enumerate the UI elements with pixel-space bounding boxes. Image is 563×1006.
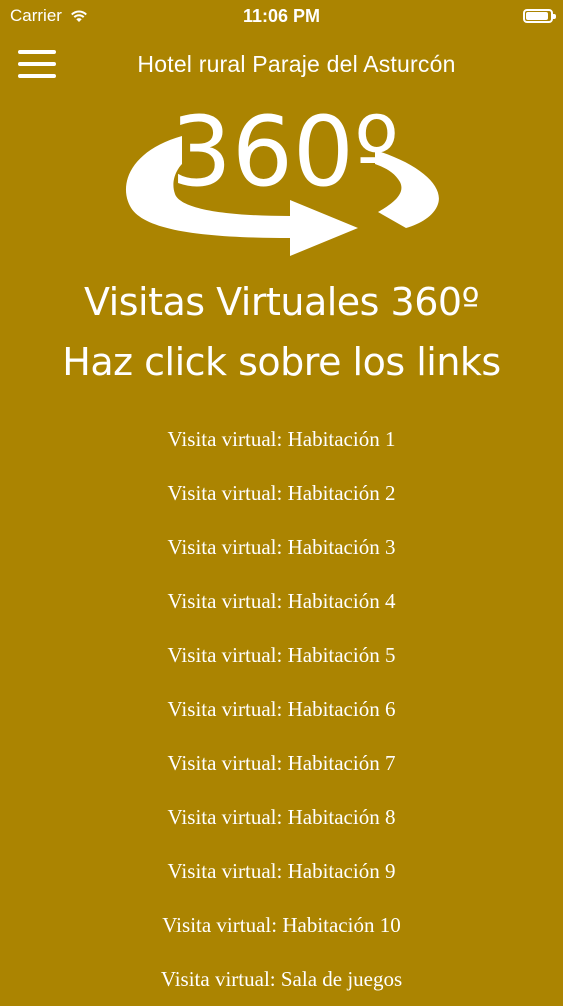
virtual-tour-link-room-8[interactable]: Visita virtual: Habitación 8: [168, 805, 396, 829]
battery-level: [526, 12, 548, 20]
virtual-tour-link-room-9[interactable]: Visita virtual: Habitación 9: [168, 859, 396, 883]
rotate-360-arrow-icon: 360º: [125, 96, 439, 256]
virtual-tour-link-room-4[interactable]: Visita virtual: Habitación 4: [168, 589, 396, 613]
list-item: Visita virtual: Habitación 4: [0, 574, 563, 628]
list-item: Visita virtual: Sala de juegos: [0, 952, 563, 1006]
hamburger-menu-icon[interactable]: [18, 50, 56, 78]
virtual-tour-list: Visita virtual: Habitación 1 Visita virt…: [0, 412, 563, 1006]
list-item: Visita virtual: Habitación 5: [0, 628, 563, 682]
logo-360-text: 360º: [171, 96, 399, 208]
virtual-tour-link-room-1[interactable]: Visita virtual: Habitación 1: [168, 427, 396, 451]
list-item: Visita virtual: Habitación 3: [0, 520, 563, 574]
list-item: Visita virtual: Habitación 8: [0, 790, 563, 844]
battery-tip: [553, 14, 556, 19]
list-item: Visita virtual: Habitación 7: [0, 736, 563, 790]
virtual-tour-link-room-3[interactable]: Visita virtual: Habitación 3: [168, 535, 396, 559]
heading-line-1: Visitas Virtuales 360º: [84, 280, 480, 324]
virtual-tour-link-room-7[interactable]: Visita virtual: Habitación 7: [168, 751, 396, 775]
battery-icon: [523, 9, 556, 23]
clock: 11:06 PM: [242, 6, 321, 26]
virtual-tour-link-room-10[interactable]: Visita virtual: Habitación 10: [162, 913, 400, 937]
heading-line-2: Haz click sobre los links: [62, 340, 501, 384]
virtual-tour-link-game-room[interactable]: Visita virtual: Sala de juegos: [161, 967, 402, 991]
list-item: Visita virtual: Habitación 6: [0, 682, 563, 736]
list-item: Visita virtual: Habitación 1: [0, 412, 563, 466]
navigation-bar: Hotel rural Paraje del Asturcón: [0, 34, 563, 94]
list-item: Visita virtual: Habitación 10: [0, 898, 563, 952]
status-bar: Carrier 11:06 PM: [0, 0, 563, 34]
list-item: Visita virtual: Habitación 9: [0, 844, 563, 898]
virtual-tour-link-room-2[interactable]: Visita virtual: Habitación 2: [168, 481, 396, 505]
virtual-tour-link-room-5[interactable]: Visita virtual: Habitación 5: [168, 643, 396, 667]
list-item: Visita virtual: Habitación 2: [0, 466, 563, 520]
virtual-tour-link-room-6[interactable]: Visita virtual: Habitación 6: [168, 697, 396, 721]
page-title: Hotel rural Paraje del Asturcón: [137, 51, 456, 77]
